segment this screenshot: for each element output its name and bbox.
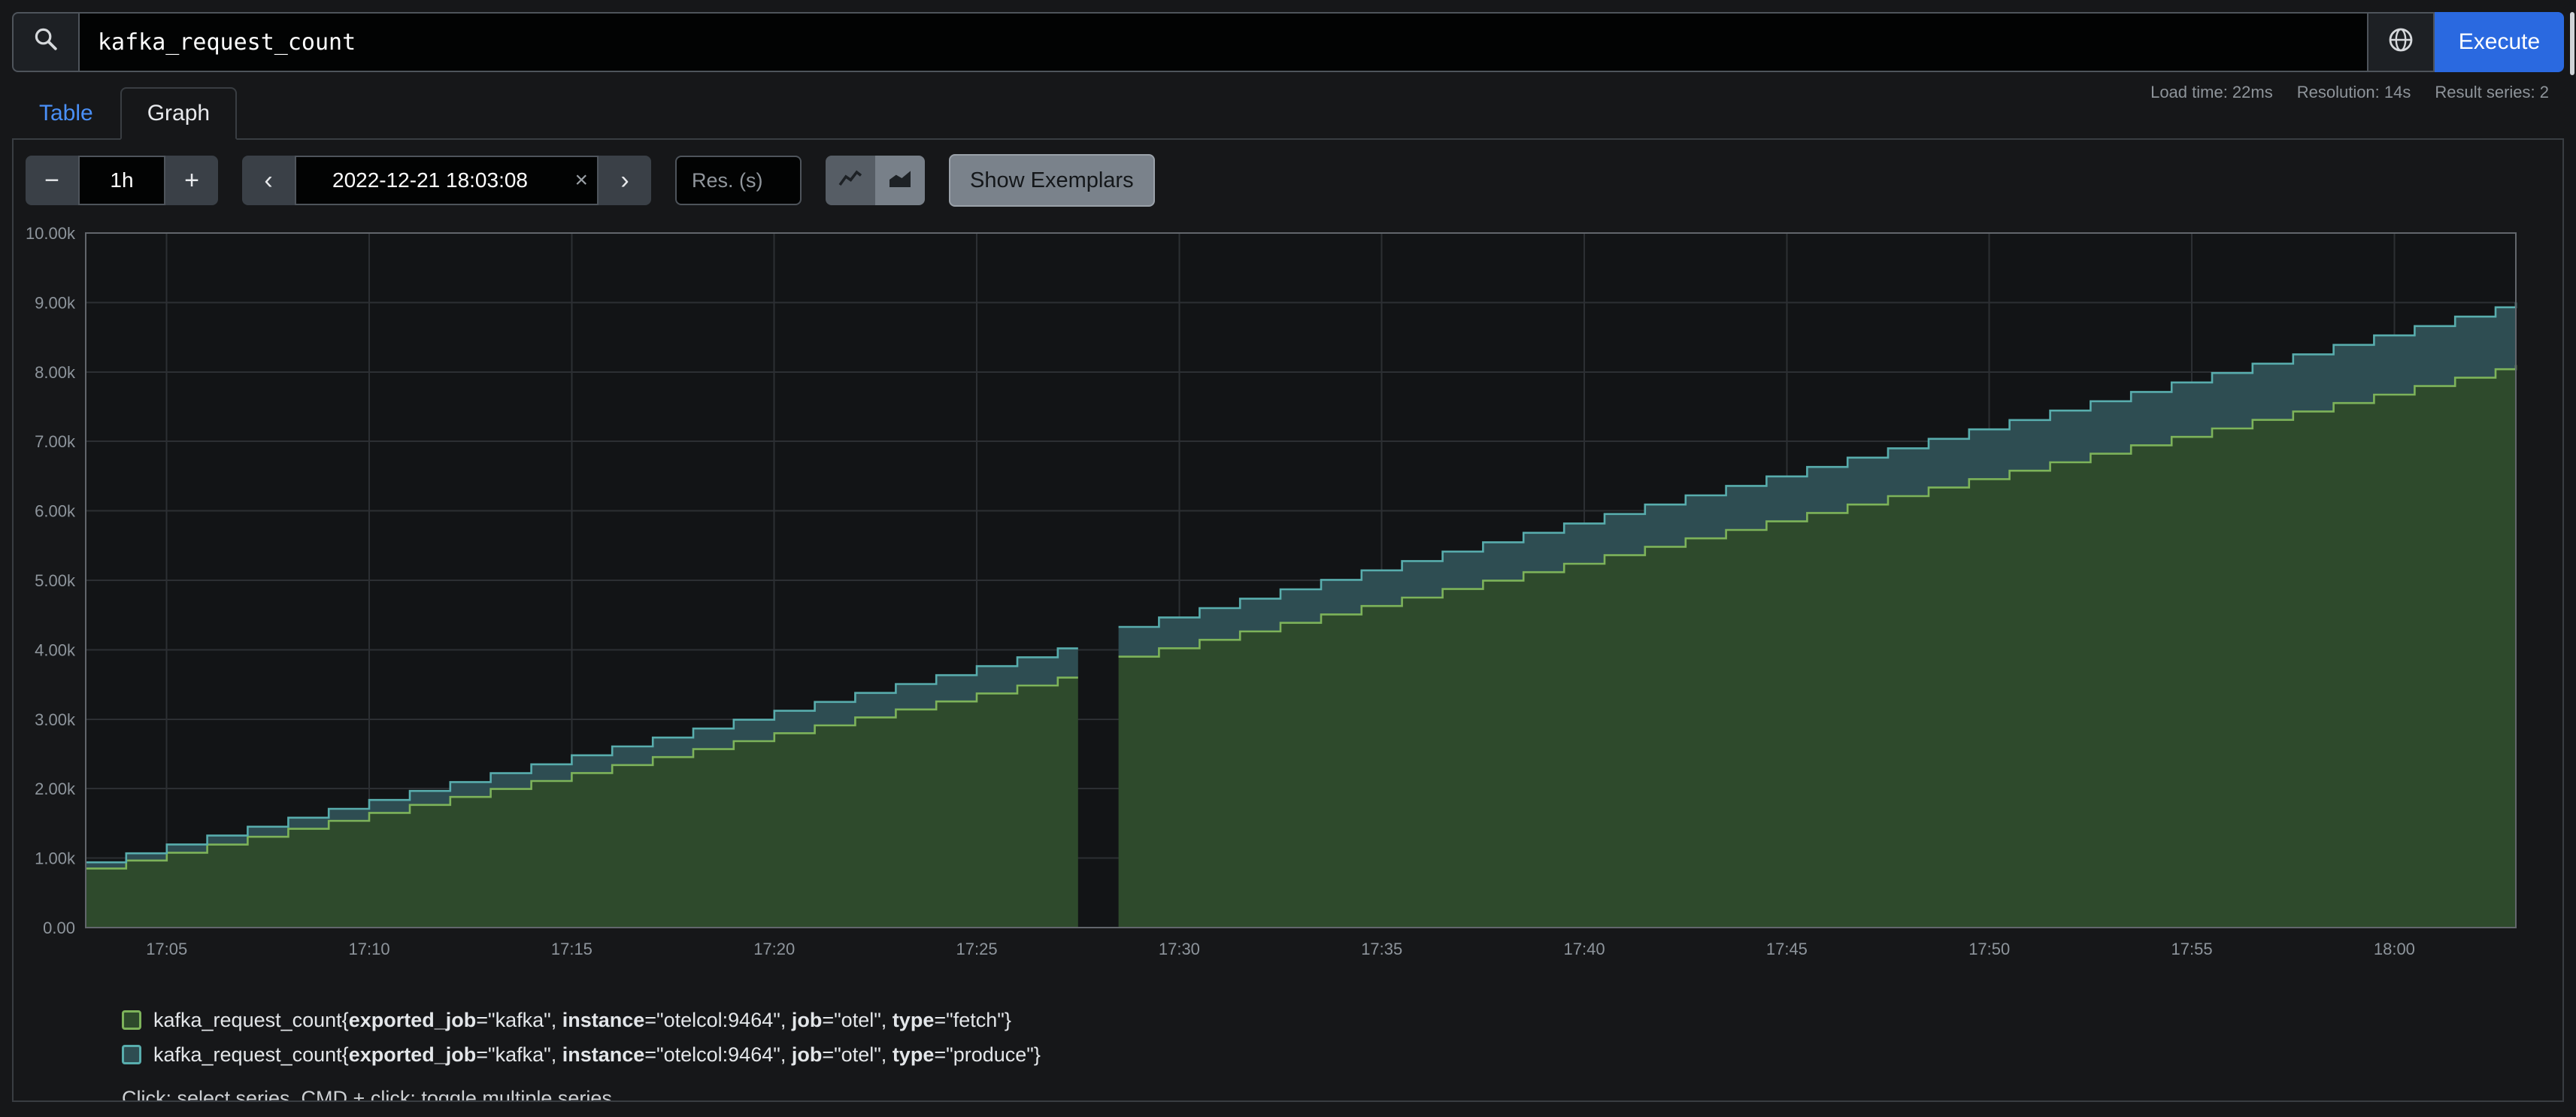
search-addon bbox=[12, 12, 78, 72]
legend: kafka_request_count{exported_job="kafka"… bbox=[14, 1006, 2562, 1069]
series-label: kafka_request_count{exported_job="kafka"… bbox=[153, 1006, 1011, 1034]
range-stepper: − + bbox=[26, 156, 218, 205]
query-input[interactable] bbox=[78, 12, 2368, 72]
load-time-stat: Load time: 22ms bbox=[2150, 83, 2273, 102]
x-axis-tick-label: 18:00 bbox=[2374, 940, 2415, 958]
metrics-explorer-globe-icon bbox=[2387, 26, 2414, 59]
x-axis-tick-label: 17:35 bbox=[1361, 940, 1402, 958]
chart-type-toggle bbox=[826, 156, 925, 205]
graph-controls: − + ‹ × › bbox=[14, 140, 2562, 206]
x-axis-tick-label: 17:45 bbox=[1766, 940, 1808, 958]
line-graph-icon bbox=[838, 166, 862, 195]
legend-help-text: Click: select series, CMD + click: toggl… bbox=[14, 1087, 2562, 1102]
clear-time-icon[interactable]: × bbox=[574, 168, 588, 193]
series-swatch bbox=[122, 1045, 141, 1064]
prometheus-expression-browser: Execute Load time: 22ms Resolution: 14s … bbox=[0, 0, 2576, 1117]
y-axis-tick-label: 4.00k bbox=[35, 640, 76, 659]
decrease-range-button[interactable]: − bbox=[26, 156, 78, 205]
time-picker: ‹ × › bbox=[242, 156, 651, 205]
time-input[interactable] bbox=[295, 156, 599, 205]
x-axis-tick-label: 17:55 bbox=[2171, 940, 2213, 958]
tab-table[interactable]: Table bbox=[12, 87, 120, 140]
stacked-graph-icon bbox=[888, 166, 912, 195]
range-input[interactable] bbox=[78, 156, 165, 205]
tab-graph[interactable]: Graph bbox=[120, 87, 237, 140]
y-axis-tick-label: 5.00k bbox=[35, 571, 76, 590]
y-axis-tick-label: 3.00k bbox=[35, 710, 76, 729]
time-back-button[interactable]: ‹ bbox=[242, 156, 295, 205]
graph-panel: − + ‹ × › bbox=[12, 140, 2564, 1102]
x-axis-tick-label: 17:50 bbox=[1968, 940, 2010, 958]
x-axis-tick-label: 17:30 bbox=[1159, 940, 1200, 958]
y-axis-tick-label: 8.00k bbox=[35, 363, 76, 382]
graph-chart[interactable]: 0.00 1.00k 2.00k 3.00k 4.00k 5.00k 6.00k 7.00k 8… bbox=[14, 224, 2562, 976]
y-axis-tick-label: 1.00k bbox=[35, 849, 76, 868]
increase-range-button[interactable]: + bbox=[165, 156, 218, 205]
execute-button[interactable]: Execute bbox=[2435, 12, 2564, 72]
x-axis-tick-label: 17:20 bbox=[753, 940, 795, 958]
series-label: kafka_request_count{exported_job="kafka"… bbox=[153, 1040, 1041, 1069]
legend-item[interactable]: kafka_request_count{exported_job="kafka"… bbox=[122, 1040, 2562, 1069]
resolution-input[interactable] bbox=[675, 156, 802, 205]
x-axis-tick-label: 17:05 bbox=[146, 940, 187, 958]
y-axis-tick-label: 10.00k bbox=[26, 224, 76, 243]
y-axis-tick-label: 9.00k bbox=[35, 293, 76, 312]
x-axis-tick-label: 17:25 bbox=[956, 940, 998, 958]
line-graph-button[interactable] bbox=[826, 156, 875, 205]
x-axis-tick-label: 17:15 bbox=[551, 940, 592, 958]
scrollbar-thumb[interactable] bbox=[2570, 12, 2574, 75]
result-series-stat: Result series: 2 bbox=[2435, 83, 2549, 102]
stacked-area-chart[interactable]: 0.00 1.00k 2.00k 3.00k 4.00k 5.00k 6.00k 7.00k 8… bbox=[17, 224, 2525, 976]
metrics-explorer-button[interactable] bbox=[2368, 12, 2435, 72]
legend-item[interactable]: kafka_request_count{exported_job="kafka"… bbox=[122, 1006, 2562, 1034]
show-exemplars-button[interactable]: Show Exemplars bbox=[949, 154, 1155, 207]
x-axis-tick-label: 17:10 bbox=[349, 940, 390, 958]
y-axis-tick-label: 6.00k bbox=[35, 502, 76, 521]
stacked-graph-button[interactable] bbox=[875, 156, 925, 205]
time-forward-button[interactable]: › bbox=[599, 156, 651, 205]
y-axis-tick-label: 0.00 bbox=[43, 919, 75, 937]
query-bar: Execute bbox=[12, 12, 2564, 72]
query-stats: Load time: 22ms Resolution: 14s Result s… bbox=[2150, 83, 2549, 102]
x-axis-tick-label: 17:40 bbox=[1564, 940, 1605, 958]
series-swatch bbox=[122, 1010, 141, 1030]
resolution-stat: Resolution: 14s bbox=[2297, 83, 2411, 102]
time-input-wrap: × bbox=[295, 156, 599, 205]
search-icon bbox=[34, 27, 58, 57]
y-axis-tick-label: 2.00k bbox=[35, 779, 76, 798]
y-axis-tick-label: 7.00k bbox=[35, 432, 76, 451]
